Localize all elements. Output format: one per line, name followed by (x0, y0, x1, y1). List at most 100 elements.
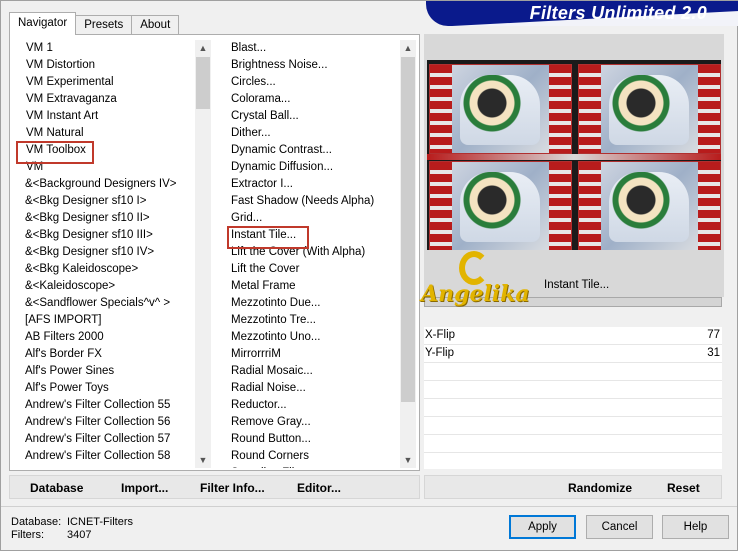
category-item[interactable]: &<Kaleidoscope> (13, 278, 195, 295)
filters-unlimited-window: Filters Unlimited 2.0 Navigator Presets … (0, 0, 738, 551)
editor-button[interactable]: Editor... (297, 481, 341, 495)
filter-item[interactable]: Mezzotinto Due... (218, 295, 400, 312)
filter-item[interactable]: Dither... (218, 125, 400, 142)
category-item[interactable]: VM Instant Art (13, 108, 195, 125)
status-info: Database: ICNET-Filters Filters: 3407 (11, 516, 133, 542)
preview-band (427, 154, 721, 160)
scroll-down-icon[interactable]: ▼ (400, 452, 416, 468)
filter-item[interactable]: Extractor I... (218, 176, 400, 193)
category-item[interactable]: [AFS IMPORT] (13, 312, 195, 329)
tab-navigator[interactable]: Navigator (9, 12, 77, 35)
category-item[interactable]: Andrew's Filter Collection 55 (13, 397, 195, 414)
category-item[interactable]: &<Background Designers IV> (13, 176, 195, 193)
filter-item[interactable]: Instant Tile... (218, 226, 400, 249)
filter-item[interactable]: Radial Mosaic... (218, 363, 400, 380)
param-label: Y-Flip (425, 347, 454, 359)
category-item[interactable]: VM 1 (13, 40, 195, 57)
category-scroll-thumb[interactable] (196, 57, 210, 109)
copyright-c-icon (459, 251, 489, 285)
filter-item[interactable]: Dynamic Diffusion... (218, 159, 400, 176)
category-item[interactable]: &<Bkg Designer sf10 III> (13, 227, 195, 244)
tab-bar: Navigator Presets About (9, 12, 180, 35)
filter-item[interactable]: Round Button... (218, 431, 400, 448)
window-title: Filters Unlimited 2.0 (529, 3, 707, 23)
filter-item[interactable]: Crystal Ball... (218, 108, 400, 125)
reset-button[interactable]: Reset (667, 481, 700, 495)
apply-button[interactable]: Apply (509, 515, 576, 539)
param-row-x-flip[interactable]: X-Flip 77 (424, 327, 722, 345)
category-item[interactable]: Andrew's Filter Collection 57 (13, 431, 195, 448)
filter-item[interactable]: Round Corners (218, 448, 400, 465)
category-item[interactable]: VM Natural (13, 125, 195, 142)
preview-tile (429, 64, 572, 154)
import-button[interactable]: Import... (121, 481, 168, 495)
scroll-up-icon[interactable]: ▲ (195, 40, 211, 56)
database-label: Database: (11, 516, 62, 528)
navigator-button-bar: Database Import... Filter Info... Editor… (9, 475, 420, 499)
footer-divider (1, 506, 737, 507)
param-row-empty (424, 381, 722, 399)
filter-item[interactable]: Brightness Noise... (218, 57, 400, 74)
category-item[interactable]: Alf's Power Toys (13, 380, 195, 397)
param-row-empty (424, 399, 722, 417)
filter-item[interactable]: Circles... (218, 74, 400, 91)
category-item[interactable]: Andrew's Filter Collection 58 (13, 448, 195, 465)
filter-item[interactable]: Lift the Cover (218, 261, 400, 278)
preview-image (427, 60, 721, 250)
filters-count-value: 3407 (67, 529, 92, 541)
category-item[interactable]: AB Filters 2000 (13, 329, 195, 346)
preview-tile (578, 64, 721, 154)
tab-about[interactable]: About (131, 15, 180, 35)
category-item[interactable]: &<Bkg Kaleidoscope> (13, 261, 195, 278)
param-value: 77 (707, 329, 720, 341)
cancel-button[interactable]: Cancel (586, 515, 653, 539)
filters-count-label: Filters: (11, 529, 44, 541)
database-button[interactable]: Database (30, 481, 83, 495)
param-row-y-flip[interactable]: Y-Flip 31 (424, 345, 722, 363)
category-list[interactable]: VM 1 VM Distortion VM Experimental VM Extra… (13, 40, 211, 468)
filter-item[interactable]: Radial Noise... (218, 380, 400, 397)
filter-item[interactable]: Colorama... (218, 91, 400, 108)
filter-item[interactable]: Fast Shadow (Needs Alpha) (218, 193, 400, 210)
filter-item[interactable]: Dynamic Contrast... (218, 142, 400, 159)
category-item[interactable]: Alf's Border FX (13, 346, 195, 363)
preview-tile (429, 161, 572, 250)
filter-item[interactable]: Mezzotinto Uno... (218, 329, 400, 346)
title-banner: Filters Unlimited 2.0 (426, 1, 738, 26)
filter-item[interactable]: Blast... (218, 40, 400, 57)
filter-scrollbar[interactable]: ▲ ▼ (400, 40, 416, 468)
filter-scroll-thumb[interactable] (401, 57, 415, 402)
database-value: ICNET-Filters (67, 516, 133, 528)
filter-list[interactable]: Blast... Brightness Noise... Circles... Col… (218, 40, 416, 468)
navigator-panel: VM 1 VM Distortion VM Experimental VM Extra… (9, 34, 420, 471)
watermark-text: Angelika (421, 281, 530, 307)
category-item[interactable]: &<Bkg Designer sf10 IV> (13, 244, 195, 261)
scroll-up-icon[interactable]: ▲ (400, 40, 416, 56)
category-item[interactable]: VM Toolbox (13, 141, 195, 164)
category-item[interactable]: &<Bkg Designer sf10 I> (13, 193, 195, 210)
param-row-empty (424, 363, 722, 381)
preset-button-bar: Randomize Reset (424, 475, 722, 499)
category-item[interactable]: &<Bkg Designer sf10 II> (13, 210, 195, 227)
help-button[interactable]: Help (662, 515, 729, 539)
filter-item[interactable]: Metal Frame (218, 278, 400, 295)
filter-item[interactable]: MirrorrriM (218, 346, 400, 363)
filter-info-button[interactable]: Filter Info... (200, 481, 265, 495)
filter-item[interactable]: Sampling Filter (218, 465, 400, 468)
category-item[interactable]: VM Extravaganza (13, 91, 195, 108)
param-value: 31 (707, 347, 720, 359)
category-item[interactable]: Alf's Power Sines (13, 363, 195, 380)
category-item[interactable]: VM Experimental (13, 74, 195, 91)
tab-presets[interactable]: Presets (75, 15, 133, 35)
filter-item[interactable]: Remove Gray... (218, 414, 400, 431)
category-item[interactable]: &<Sandflower Specials^v^ > (13, 295, 195, 312)
randomize-button[interactable]: Randomize (568, 481, 632, 495)
filter-item[interactable]: Reductor... (218, 397, 400, 414)
filter-item[interactable]: Mezzotinto Tre... (218, 312, 400, 329)
param-label: X-Flip (425, 329, 456, 341)
category-item[interactable]: Andrew's Filter Collection 56 (13, 414, 195, 431)
filter-item[interactable]: Grid... (218, 210, 400, 227)
category-item[interactable]: VM Distortion (13, 57, 195, 74)
scroll-down-icon[interactable]: ▼ (195, 452, 211, 468)
category-scrollbar[interactable]: ▲ ▼ (195, 40, 211, 468)
